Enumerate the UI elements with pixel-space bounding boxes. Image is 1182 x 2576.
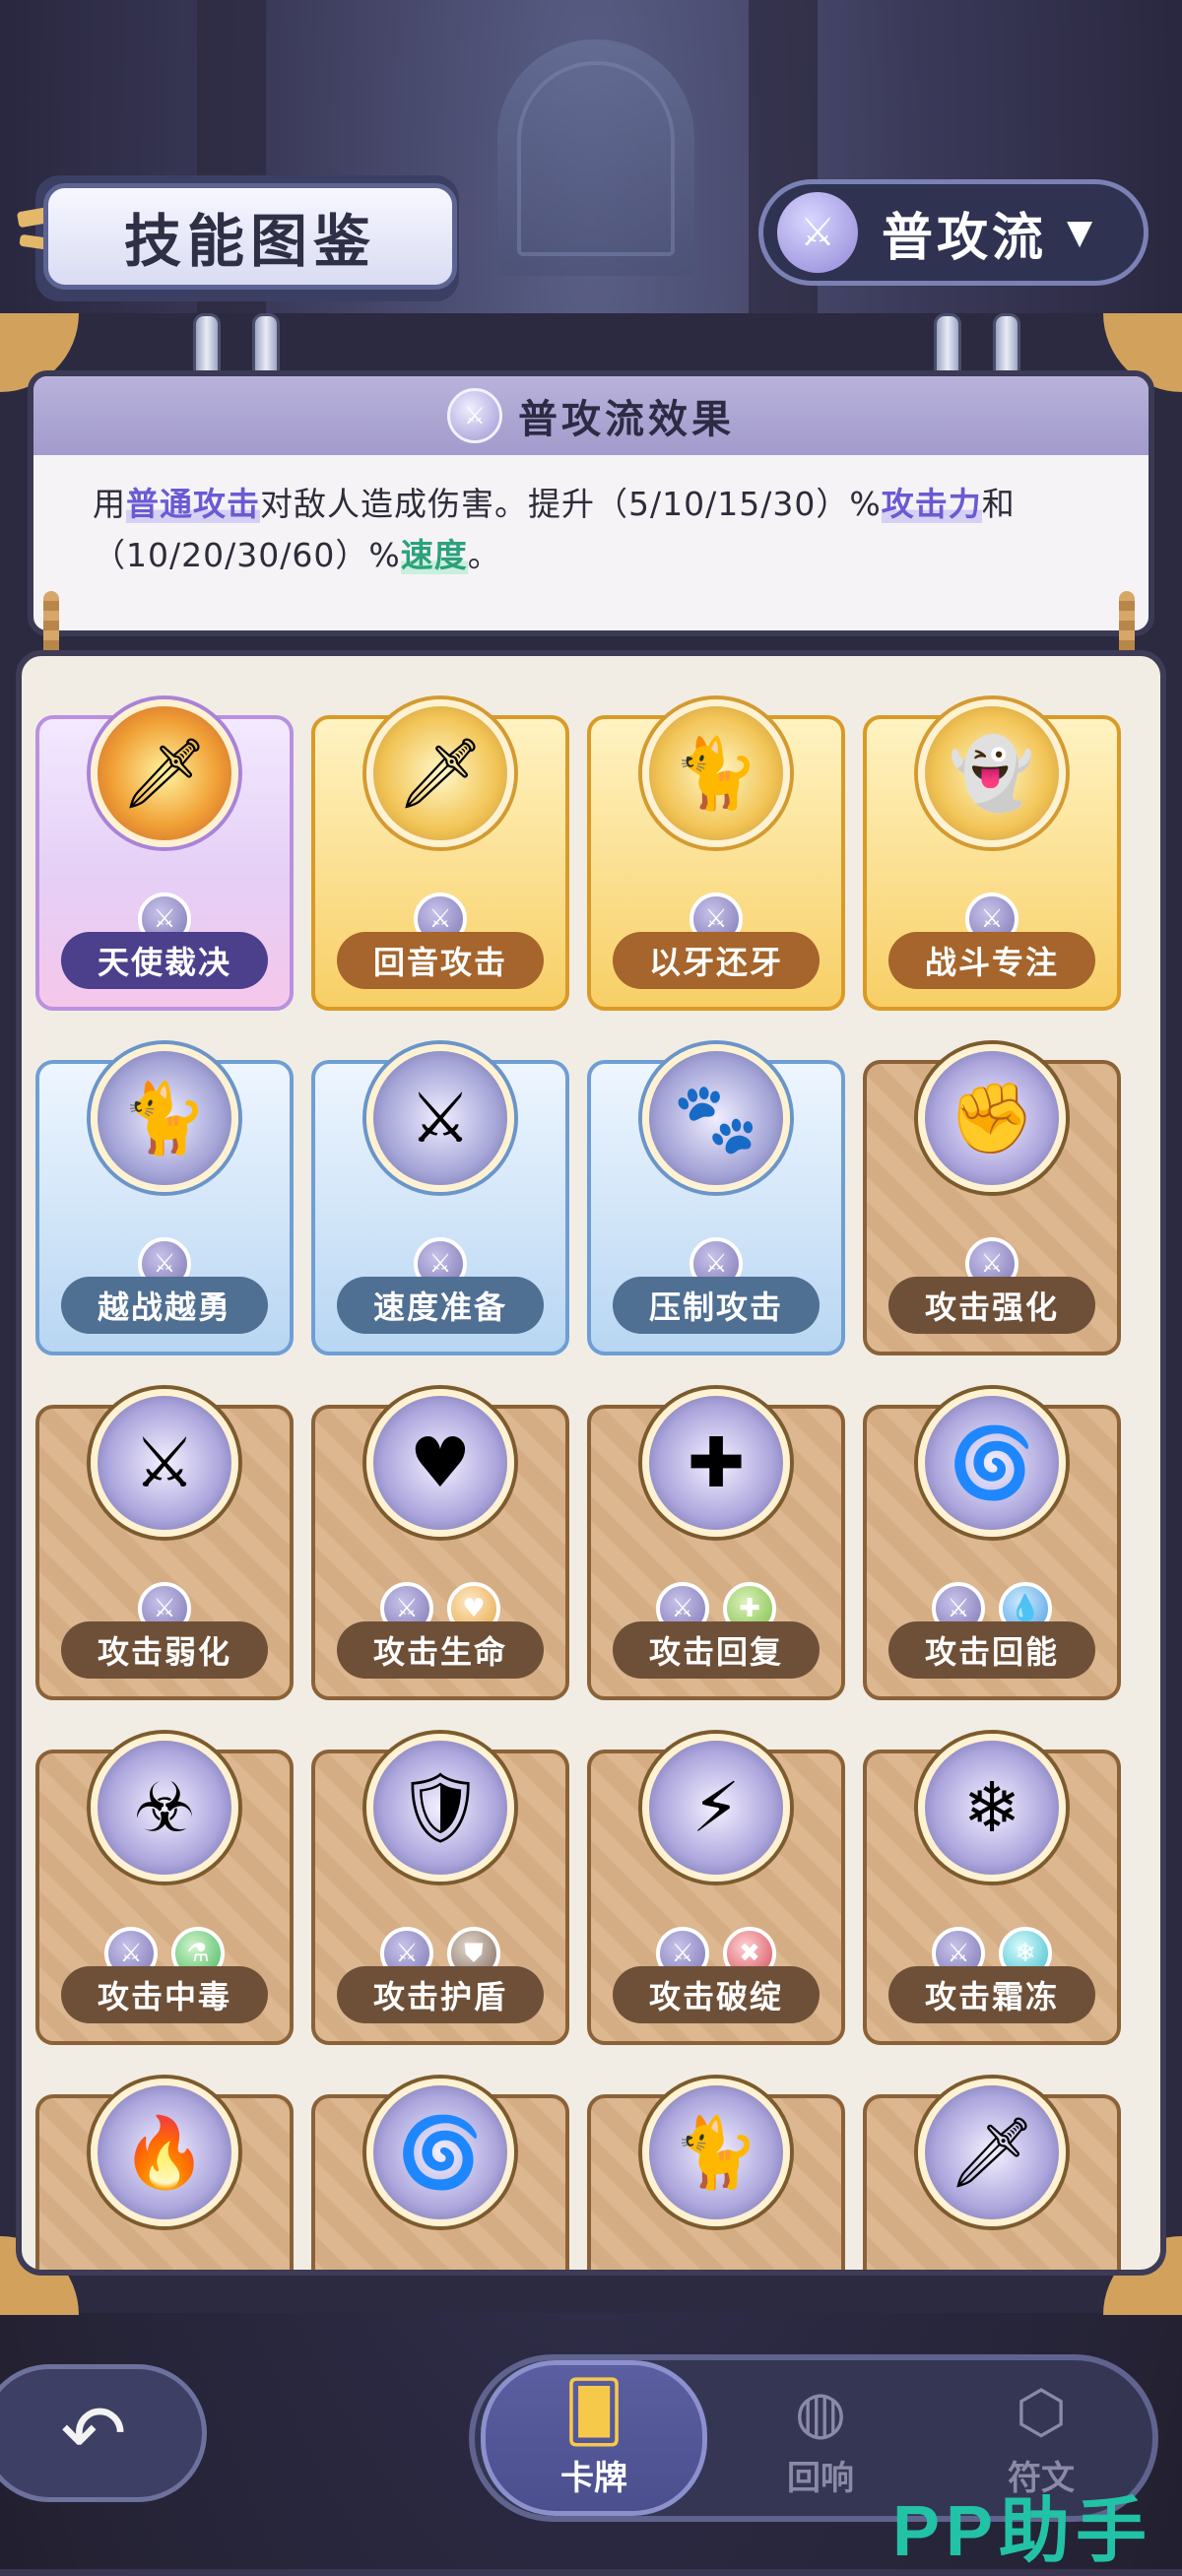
skill-card[interactable]: 🗡 bbox=[863, 2079, 1121, 2270]
flow-selector-dropdown[interactable]: ⚔ 普攻流 ▼ bbox=[758, 179, 1149, 286]
effect-title: 普攻流效果 bbox=[518, 397, 735, 442]
skill-card-name: 攻击回复 bbox=[613, 1621, 820, 1679]
vortex-icon: 🌀 bbox=[918, 1389, 1066, 1537]
effect-panel-header: ⚔ 普攻流效果 bbox=[33, 376, 1149, 455]
skill-card-name: 战斗专注 bbox=[888, 932, 1095, 989]
skill-card[interactable]: ♥ ⚔ ♥ 攻击生命 bbox=[311, 1389, 569, 1700]
skill-card-name: 攻击生命 bbox=[337, 1621, 544, 1679]
skill-card-name: 越战越勇 bbox=[61, 1277, 268, 1334]
skill-card-name: 以牙还牙 bbox=[613, 932, 820, 989]
effect-keyword: 速度 bbox=[400, 536, 468, 574]
heal-sword-icon: ✚ bbox=[642, 1389, 790, 1537]
flow-selector-label: 普攻流 bbox=[882, 208, 1048, 268]
rune-icon: ⬡ bbox=[1015, 2377, 1068, 2447]
cards-icon: 🂠 bbox=[563, 2377, 624, 2447]
back-arrow-icon: ↶ bbox=[60, 2387, 127, 2479]
skill-card[interactable]: 🐈 ⚔ 以牙还牙 bbox=[587, 699, 845, 1011]
ghost-icon: 👻 bbox=[918, 699, 1066, 847]
skill-card[interactable]: 🐈 ⚔ 越战越勇 bbox=[35, 1044, 294, 1355]
page-title-banner: 技能图鉴 bbox=[43, 183, 457, 290]
fist-icon: ✊ bbox=[918, 1044, 1066, 1192]
skill-card[interactable]: 🛡 ⚔ ⛊ 攻击护盾 bbox=[311, 1734, 569, 2045]
skill-card-name: 攻击中毒 bbox=[61, 1966, 268, 2023]
skill-portrait-icon: 🌀 bbox=[366, 2079, 514, 2226]
skill-card[interactable]: 🗡 ⚔ 回音攻击 bbox=[311, 699, 569, 1011]
poison-icon: ☣ bbox=[91, 1734, 238, 1882]
skill-card[interactable]: 🐾 ⚔ 压制攻击 bbox=[587, 1044, 845, 1355]
skill-card[interactable]: 👻 ⚔ 战斗专注 bbox=[863, 699, 1121, 1011]
frost-icon: ❄ bbox=[918, 1734, 1066, 1882]
background-window bbox=[497, 39, 694, 276]
skill-card-grid: 🗡 ⚔ 天使裁决 🗡 ⚔ 回音攻击 🐈 ⚔ 以牙还牙 👻 ⚔ 战斗专注 🐈 ⚔ 越战越勇 ⚔ ⚔ 速度准备 🐾 ⚔ 压制… bbox=[16, 650, 1166, 2276]
effect-text: 。 bbox=[467, 536, 501, 574]
skill-card-name: 攻击强化 bbox=[888, 1277, 1095, 1334]
skill-card[interactable]: ✊ ⚔ 攻击强化 bbox=[863, 1044, 1121, 1355]
skill-card[interactable]: ⚡ ⚔ ✖ 攻击破绽 bbox=[587, 1734, 845, 2045]
skill-card-name: 速度准备 bbox=[337, 1277, 544, 1334]
effect-text: 对敌人造成伤害。提升（5/10/15/30）% bbox=[260, 485, 882, 523]
skill-card-name: 攻击霜冻 bbox=[888, 1966, 1095, 2023]
skill-card-name: 天使裁决 bbox=[61, 932, 268, 989]
sword-icon: ⚔ bbox=[777, 192, 858, 273]
skill-portrait-icon: 🐈 bbox=[642, 2079, 790, 2226]
claw-icon: 🐾 bbox=[642, 1044, 790, 1192]
broken-sword-icon: ⚔ bbox=[91, 1389, 238, 1537]
skill-card[interactable]: ❄ ⚔ ❄ 攻击霜冻 bbox=[863, 1734, 1121, 2045]
skill-card[interactable]: ⚔ ⚔ 速度准备 bbox=[311, 1044, 569, 1355]
skill-card-name: 攻击回能 bbox=[888, 1621, 1095, 1679]
blade-icon: ⚔ bbox=[366, 1044, 514, 1192]
skill-portrait-icon: 🗡 bbox=[918, 2079, 1066, 2226]
cat-icon: 🐈 bbox=[91, 1044, 238, 1192]
effect-keyword: 攻击力 bbox=[881, 485, 982, 523]
skill-card[interactable]: 🌀 ⚔ 💧 攻击回能 bbox=[863, 1389, 1121, 1700]
skill-card[interactable]: ⚔ ⚔ 攻击弱化 bbox=[35, 1389, 294, 1700]
effect-text: 用 bbox=[93, 485, 126, 523]
watermark: PP助手 bbox=[891, 2492, 1152, 2571]
skill-card-name: 攻击弱化 bbox=[61, 1621, 268, 1679]
effect-keyword: 普通攻击 bbox=[126, 485, 260, 523]
skill-card[interactable]: 🌀 bbox=[311, 2079, 569, 2270]
slash-icon: ⚡ bbox=[642, 1734, 790, 1882]
skill-card-name: 回音攻击 bbox=[337, 932, 544, 989]
skill-card-name: 压制攻击 bbox=[613, 1277, 820, 1334]
echo-icon: ◍ bbox=[794, 2377, 847, 2447]
nav-tab-label: 回响 bbox=[787, 2458, 854, 2498]
skill-portrait-icon: 🔥 bbox=[91, 2079, 238, 2226]
sword-icon: 🗡 bbox=[91, 699, 238, 847]
skill-card[interactable]: 🗡 ⚔ 天使裁决 bbox=[35, 699, 294, 1011]
sword-icon: ⚔ bbox=[447, 388, 502, 443]
skill-card[interactable]: 🐈 bbox=[587, 2079, 845, 2270]
cat-icon: 🐈 bbox=[642, 699, 790, 847]
skill-card-name: 攻击破绽 bbox=[613, 1966, 820, 2023]
shield-icon: 🛡 bbox=[366, 1734, 514, 1882]
heart-cat-icon: ♥ bbox=[366, 1389, 514, 1537]
nav-tab-cards[interactable]: 🂠 卡牌 bbox=[481, 2360, 707, 2516]
back-button[interactable]: ↶ bbox=[0, 2364, 207, 2502]
skill-card[interactable]: ✚ ⚔ ✚ 攻击回复 bbox=[587, 1389, 845, 1700]
background-pillar bbox=[749, 0, 818, 355]
skill-card[interactable]: ☣ ⚔ ⚗ 攻击中毒 bbox=[35, 1734, 294, 2045]
nav-tab-label: 卡牌 bbox=[560, 2458, 627, 2498]
effect-panel: ⚔ 普攻流效果 用普通攻击对敌人造成伤害。提升（5/10/15/30）%攻击力和… bbox=[28, 370, 1154, 636]
chevron-down-icon: ▼ bbox=[1067, 213, 1093, 252]
skill-card-name: 攻击护盾 bbox=[337, 1966, 544, 2023]
effect-description: 用普通攻击对敌人造成伤害。提升（5/10/15/30）%攻击力和（10/20/3… bbox=[33, 455, 1149, 605]
skill-card[interactable]: 🔥 bbox=[35, 2079, 294, 2270]
sword-icon: 🗡 bbox=[366, 699, 514, 847]
page-title: 技能图鉴 bbox=[123, 208, 376, 275]
